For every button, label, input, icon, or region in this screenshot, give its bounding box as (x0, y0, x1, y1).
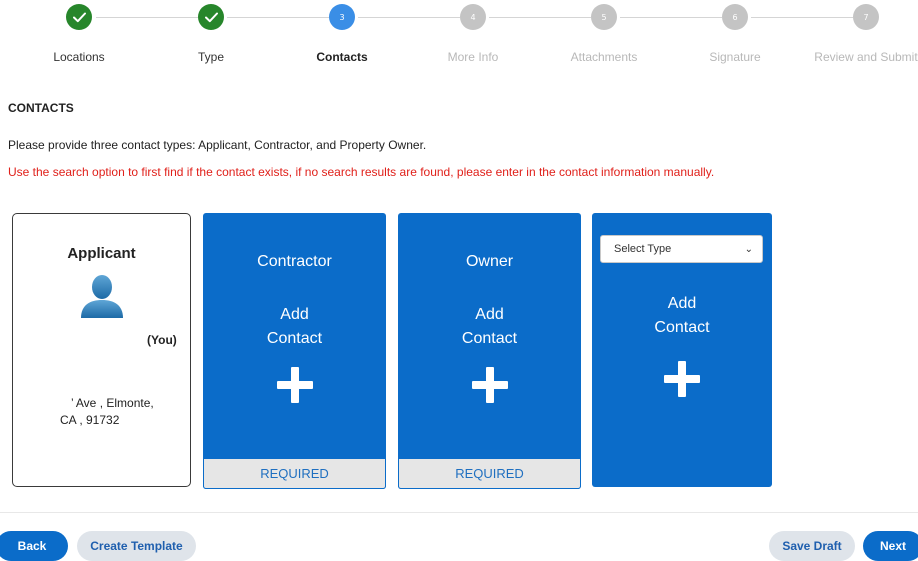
step-label-contacts[interactable]: Contacts (282, 50, 402, 64)
step-label-signature: Signature (709, 50, 761, 64)
applicant-address: ’ Ave , Elmonte, CA , 91732 (43, 395, 154, 429)
contractor-title: Contractor (257, 253, 332, 270)
step-label-more-info: More Info (447, 50, 499, 64)
you-label: (You) (147, 333, 177, 347)
add-contact-line-1: Add (667, 295, 697, 312)
step-2-complete[interactable] (198, 4, 224, 30)
step-7: 7 (853, 4, 879, 30)
stepper-connector (227, 17, 329, 18)
step-number: 5 (601, 12, 607, 22)
add-contact-line-2: Contact (654, 319, 710, 336)
contact-type-select[interactable]: Select Type ⌄ (600, 235, 763, 263)
step-1-complete[interactable] (66, 4, 92, 30)
step-number: 4 (470, 12, 476, 22)
required-badge: REQUIRED (203, 459, 386, 489)
instructions-text: Please provide three contact types: Appl… (8, 138, 427, 152)
step-label-review-and-submit: Review and Submit (814, 50, 918, 64)
create-template-button[interactable]: Create Template (77, 531, 196, 561)
stepper-connector (751, 17, 853, 18)
step-4: 4 (460, 4, 486, 30)
check-icon (204, 12, 218, 22)
plus-icon[interactable] (471, 367, 508, 403)
check-icon (72, 12, 86, 22)
stepper-connector (620, 17, 722, 18)
search-warning-text: Use the search option to first find if t… (8, 165, 715, 179)
contact-type-select-value: Select Type (614, 243, 672, 255)
address-line-2: CA , 91732 (60, 413, 120, 427)
step-label-attachments: Attachments (570, 50, 638, 64)
owner-title: Owner (465, 253, 514, 270)
applicant-card[interactable]: Applicant (You) ’ Ave , Elmonte, CA , 91… (12, 213, 191, 487)
chevron-down-icon: ⌄ (744, 244, 753, 255)
next-button[interactable]: Next (863, 531, 918, 561)
step-number: 3 (339, 12, 345, 22)
add-contact-line-1: Add (475, 306, 504, 323)
step-5: 5 (591, 4, 617, 30)
other-contact-card[interactable]: Select Type ⌄ Add Contact (592, 213, 772, 487)
footer-divider (0, 512, 918, 513)
required-badge: REQUIRED (398, 459, 581, 489)
step-6: 6 (722, 4, 748, 30)
add-contact-line-2: Contact (266, 330, 323, 347)
owner-card[interactable]: Owner Add Contact REQUIRED (398, 213, 581, 489)
address-line-1: ’ Ave , Elmonte, (71, 396, 154, 410)
add-contact-line-1: Add (280, 306, 309, 323)
contractor-card[interactable]: Contractor Add Contact REQUIRED (203, 213, 386, 489)
add-contact-label[interactable]: Add Contact (398, 303, 581, 351)
plus-icon[interactable] (664, 361, 700, 397)
plus-icon[interactable] (276, 367, 313, 403)
section-title: CONTACTS (8, 101, 74, 115)
step-label-type[interactable]: Type (151, 50, 271, 64)
add-contact-label[interactable]: Add Contact (203, 303, 386, 351)
add-contact-line-2: Contact (461, 330, 518, 347)
stepper-connector (358, 17, 460, 18)
add-contact-label[interactable]: Add Contact (592, 292, 772, 340)
step-number: 6 (732, 12, 738, 22)
applicant-title: Applicant (67, 245, 136, 262)
stepper-connector (96, 17, 198, 18)
back-button[interactable]: Back (0, 531, 68, 561)
save-draft-button[interactable]: Save Draft (769, 531, 855, 561)
step-label-locations[interactable]: Locations (19, 50, 139, 64)
step-number: 7 (863, 12, 869, 22)
user-avatar-icon (81, 275, 123, 318)
step-3-current[interactable]: 3 (329, 4, 355, 30)
stepper-connector (489, 17, 591, 18)
